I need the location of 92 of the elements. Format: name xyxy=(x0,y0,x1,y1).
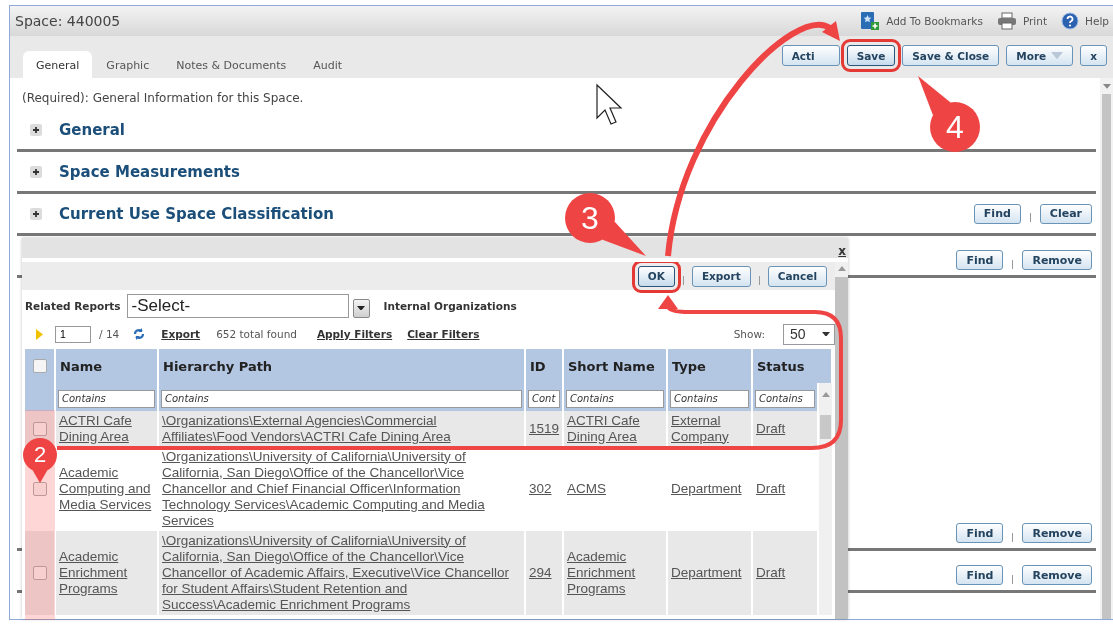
callout-bubble xyxy=(23,438,57,483)
caret-icon xyxy=(357,305,366,311)
filter-field[interactable]: Contains xyxy=(755,389,815,408)
checkbox[interactable] xyxy=(32,421,47,436)
filter-field[interactable]: Cont xyxy=(528,389,560,408)
bookmark-add-icon xyxy=(860,11,881,31)
table-cell-link[interactable]: ACTRI Cafe Dining Area xyxy=(59,412,154,445)
action-button[interactable]: Remove xyxy=(1022,523,1092,543)
callout-number: 4 xyxy=(946,111,964,143)
section-title[interactable]: Space Measurements xyxy=(59,162,240,181)
table-cell-link[interactable]: Draft xyxy=(756,420,814,437)
caret-icon xyxy=(1102,84,1111,89)
section-title[interactable]: General xyxy=(59,120,125,139)
page-size-select[interactable]: 50 xyxy=(783,323,835,345)
tab[interactable]: Notes & Documents xyxy=(163,51,300,78)
report-select[interactable]: -Select- xyxy=(126,294,349,318)
header-link[interactable]: Print xyxy=(996,12,1048,30)
action-button[interactable]: Remove xyxy=(1022,250,1092,270)
dialog-button[interactable]: Cancel xyxy=(767,265,827,287)
callout-number: 2 xyxy=(33,444,47,466)
table-cell-link[interactable]: 294 xyxy=(529,564,559,581)
table-cell-link[interactable]: Department xyxy=(671,480,748,497)
export-link[interactable]: Export xyxy=(161,328,201,340)
column-header[interactable]: Status xyxy=(752,349,832,383)
tab[interactable]: General xyxy=(23,51,93,78)
toolbar-button[interactable]: Acti xyxy=(781,45,840,66)
action-button[interactable]: Remove xyxy=(1022,565,1092,585)
scroll-up-icon[interactable] xyxy=(821,392,830,397)
column-header[interactable]: Type xyxy=(667,349,752,383)
table-cell-link[interactable]: ACTRI Cafe Dining Area xyxy=(567,412,663,445)
scrollbar[interactable] xyxy=(1100,78,1113,619)
tab[interactable]: Graphic xyxy=(93,51,163,78)
expand-icon[interactable] xyxy=(30,207,42,220)
toolbar-button[interactable]: More xyxy=(1006,45,1074,66)
action-button[interactable]: Clear xyxy=(1039,203,1092,224)
tab[interactable]: Audit xyxy=(300,51,356,78)
action-button[interactable]: Find xyxy=(973,203,1021,224)
action-button[interactable]: Find xyxy=(956,523,1004,543)
intro-text: (Required): General Information for this Space. xyxy=(22,91,304,107)
window-title: Space: 440005 xyxy=(15,13,121,29)
header-link[interactable]: Help xyxy=(1061,12,1109,30)
column-header[interactable]: Short Name xyxy=(563,349,667,383)
checkbox[interactable] xyxy=(32,565,47,580)
filter-field[interactable]: Contains xyxy=(670,389,749,408)
field-label: Related Reports xyxy=(25,300,121,312)
toolbar-button[interactable]: x xyxy=(1080,45,1107,66)
toolbar-button[interactable]: Save & Close xyxy=(902,45,1000,66)
action-button[interactable]: Find xyxy=(956,250,1004,270)
action-button[interactable]: Find xyxy=(956,565,1004,585)
dropdown-button[interactable] xyxy=(352,298,370,318)
table-cell-link[interactable]: Academic Enrichment Programs xyxy=(567,548,663,597)
table-cell-link[interactable]: 1519 xyxy=(529,420,559,437)
table-cell-link[interactable]: \Organizations\University of California\University of California, San Diego\Office of the Chancellor\Vice Chancellor and Chief Financial Officer\Information Technology Services\Academic Computing and Media Services xyxy=(162,448,521,529)
column-header[interactable]: Hierarchy Path xyxy=(158,349,525,383)
checkbox[interactable] xyxy=(32,481,47,496)
section-title[interactable]: Current Use Space Classification xyxy=(59,204,334,223)
header-link[interactable]: Add To Bookmarks xyxy=(860,11,983,31)
page-count: / 14 xyxy=(99,328,120,340)
cursor-icon xyxy=(596,83,623,125)
table-cell-link[interactable]: External Company xyxy=(671,412,748,445)
refresh-icon[interactable] xyxy=(133,328,146,340)
table-cell-link[interactable]: Department xyxy=(671,564,748,581)
table-cell-link[interactable]: ACMS xyxy=(567,480,663,497)
checkbox[interactable] xyxy=(32,359,47,373)
scroll-up-icon[interactable] xyxy=(837,266,846,271)
filter-field[interactable]: Contains xyxy=(161,389,522,408)
entity-label: Internal Organizations xyxy=(383,300,517,312)
page-input[interactable]: 1 xyxy=(55,325,91,343)
table-cell-link[interactable]: 302 xyxy=(529,480,559,497)
caret-icon xyxy=(822,331,830,337)
expand-icon[interactable] xyxy=(30,165,42,178)
column-header[interactable]: Name xyxy=(55,349,158,383)
table-cell-link[interactable]: \Organizations\University of California\University of California, San Diego\Office of the Chancellor\Vice Chancellor of Academic Affairs, Executive\Vice Chancellor for Student Affairs\Student Retention and Success\Academic Enrichment Programs xyxy=(162,532,521,613)
table-cell-link[interactable]: Draft xyxy=(756,564,814,581)
next-page-icon[interactable] xyxy=(36,328,43,340)
filter-field[interactable]: Contains xyxy=(566,389,664,408)
table-cell-link[interactable]: \Organizations\External Agencies\Commercial Affiliates\Food Vendors\ACTRI Cafe Dining Area xyxy=(162,412,521,445)
apply-filters-link[interactable]: Apply Filters xyxy=(316,328,393,340)
close-link[interactable]: x xyxy=(838,244,848,258)
dialog-button[interactable]: Export xyxy=(691,265,751,287)
filter-field[interactable]: Contains xyxy=(58,389,155,408)
show-label: Show: xyxy=(733,328,765,340)
printer-icon xyxy=(996,12,1017,30)
column-header[interactable]: ID xyxy=(525,349,563,383)
table-cell-link[interactable]: Draft xyxy=(756,480,814,497)
total-count: 652 total found xyxy=(216,328,297,340)
expand-icon[interactable] xyxy=(30,123,42,136)
table-cell-link[interactable]: Academic Enrichment Programs xyxy=(59,548,154,597)
clear-filters-link[interactable]: Clear Filters xyxy=(407,328,480,340)
help-icon xyxy=(1061,12,1080,30)
callout-number: 3 xyxy=(581,202,599,234)
table-cell-link[interactable]: Academic Computing and Media Services xyxy=(59,464,154,513)
